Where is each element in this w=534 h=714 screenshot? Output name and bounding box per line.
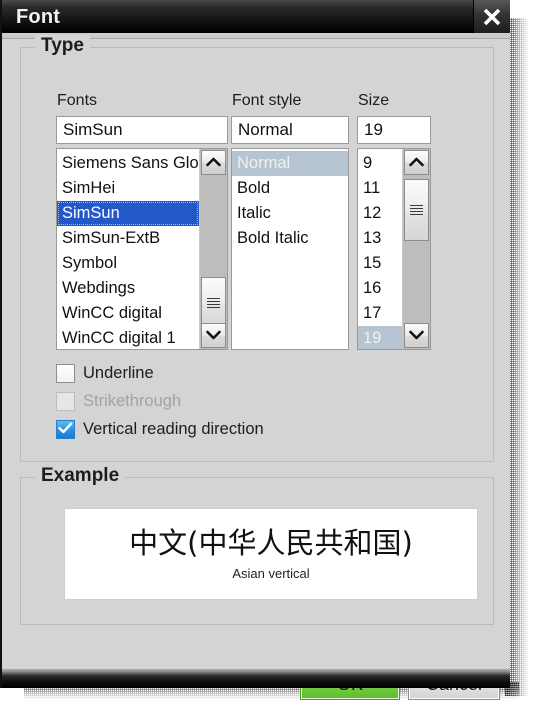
fonts-list-item[interactable]: SimSun	[57, 201, 199, 226]
checkmark-icon	[58, 421, 73, 439]
example-main-text: 中文(中华人民共和国)	[129, 525, 413, 560]
fonts-label: Fonts	[57, 92, 98, 109]
fonts-list-item[interactable]: Siemens Sans Glo...	[57, 151, 199, 176]
fonts-list-item[interactable]: Symbol	[57, 251, 199, 276]
size-list-items: 9 11 12 13 15 16 17 19	[358, 149, 402, 349]
type-group-title: Type	[35, 35, 90, 57]
fonts-scroll-thumb[interactable]	[201, 277, 226, 329]
size-scroll-up-button[interactable]	[404, 150, 429, 175]
vertical-reading-direction-label: Vertical reading direction	[83, 420, 264, 438]
size-list-item[interactable]: 12	[358, 201, 402, 226]
fonts-list-item[interactable]: Webdings	[57, 276, 199, 301]
close-button[interactable]	[473, 0, 510, 33]
size-input-value: 19	[364, 120, 383, 139]
size-list-item[interactable]: 16	[358, 276, 402, 301]
window-bottom-bar	[2, 669, 510, 688]
screen: Font Type Fonts Font style Size SimSun N…	[0, 0, 534, 714]
size-list-item[interactable]: 15	[358, 251, 402, 276]
size-list-item[interactable]: 9	[358, 151, 402, 176]
chevron-down-icon	[409, 327, 424, 345]
fonts-input-value: SimSun	[63, 120, 123, 139]
chevron-up-icon	[206, 154, 221, 172]
fonts-list-item[interactable]: SimSun-ExtB	[57, 226, 199, 251]
size-list-item[interactable]: 19	[358, 326, 402, 349]
fonts-scrollbar[interactable]	[199, 149, 227, 349]
strikethrough-checkbox-row: Strikethrough	[56, 392, 181, 411]
size-list-item[interactable]: 11	[358, 176, 402, 201]
strikethrough-label: Strikethrough	[83, 392, 182, 410]
font-style-label: Font style	[232, 92, 302, 109]
dialog-client-area: Type Fonts Font style Size SimSun Normal…	[2, 35, 510, 700]
chevron-down-icon	[206, 327, 221, 345]
scrollbar-grip-icon	[207, 296, 220, 310]
chevron-up-icon	[409, 154, 424, 172]
size-list-item[interactable]: 13	[358, 226, 402, 251]
example-sub-text: Asian vertical	[232, 566, 310, 582]
size-scroll-down-button[interactable]	[404, 323, 429, 348]
scrollbar-grip-icon	[410, 203, 423, 217]
size-input[interactable]: 19	[357, 116, 431, 144]
fonts-list-item[interactable]: WinCC digital	[57, 301, 199, 326]
fonts-list-item[interactable]: SimHei	[57, 176, 199, 201]
example-preview: 中文(中华人民共和国) Asian vertical	[64, 508, 478, 600]
size-label: Size	[358, 92, 390, 109]
fonts-list-items: Siemens Sans Glo... SimHei SimSun SimSun-Ex…	[57, 149, 199, 349]
underline-checkbox-row[interactable]: Underline	[56, 364, 154, 383]
vertical-reading-direction-checkbox[interactable]	[56, 420, 75, 439]
font-style-list-item[interactable]: Italic	[232, 201, 348, 226]
fonts-scroll-up-button[interactable]	[201, 150, 226, 175]
underline-checkbox[interactable]	[56, 364, 75, 383]
close-icon	[481, 6, 503, 28]
vertical-reading-direction-checkbox-row[interactable]: Vertical reading direction	[56, 420, 264, 439]
fonts-input[interactable]: SimSun	[56, 116, 228, 144]
example-group-title: Example	[35, 465, 126, 487]
font-dialog-window: Font Type Fonts Font style Size SimSun N…	[0, 0, 510, 700]
window-title: Font	[16, 5, 61, 28]
font-style-input-value: Normal	[238, 120, 293, 139]
font-style-list-item[interactable]: Bold Italic	[232, 226, 348, 251]
font-style-input[interactable]: Normal	[231, 116, 349, 144]
font-style-list-items: Normal Bold Italic Bold Italic	[232, 149, 348, 349]
fonts-scroll-down-button[interactable]	[201, 323, 226, 348]
strikethrough-checkbox	[56, 392, 75, 411]
type-group: Type Fonts Font style Size SimSun Normal…	[20, 35, 494, 462]
font-style-listbox[interactable]: Normal Bold Italic Bold Italic	[231, 148, 349, 350]
font-style-list-item[interactable]: Bold	[232, 176, 348, 201]
size-scrollbar[interactable]	[402, 149, 430, 349]
underline-label: Underline	[83, 364, 154, 382]
title-bar[interactable]: Font	[2, 0, 510, 33]
example-group: Example 中文(中华人民共和国) Asian vertical	[20, 465, 494, 625]
size-listbox[interactable]: 9 11 12 13 15 16 17 19	[357, 148, 431, 350]
size-scroll-thumb[interactable]	[404, 179, 429, 241]
fonts-listbox[interactable]: Siemens Sans Glo... SimHei SimSun SimSun-Ex…	[56, 148, 228, 350]
font-style-list-item[interactable]: Normal	[232, 151, 348, 176]
fonts-list-item[interactable]: WinCC digital 1	[57, 326, 199, 349]
size-list-item[interactable]: 17	[358, 301, 402, 326]
